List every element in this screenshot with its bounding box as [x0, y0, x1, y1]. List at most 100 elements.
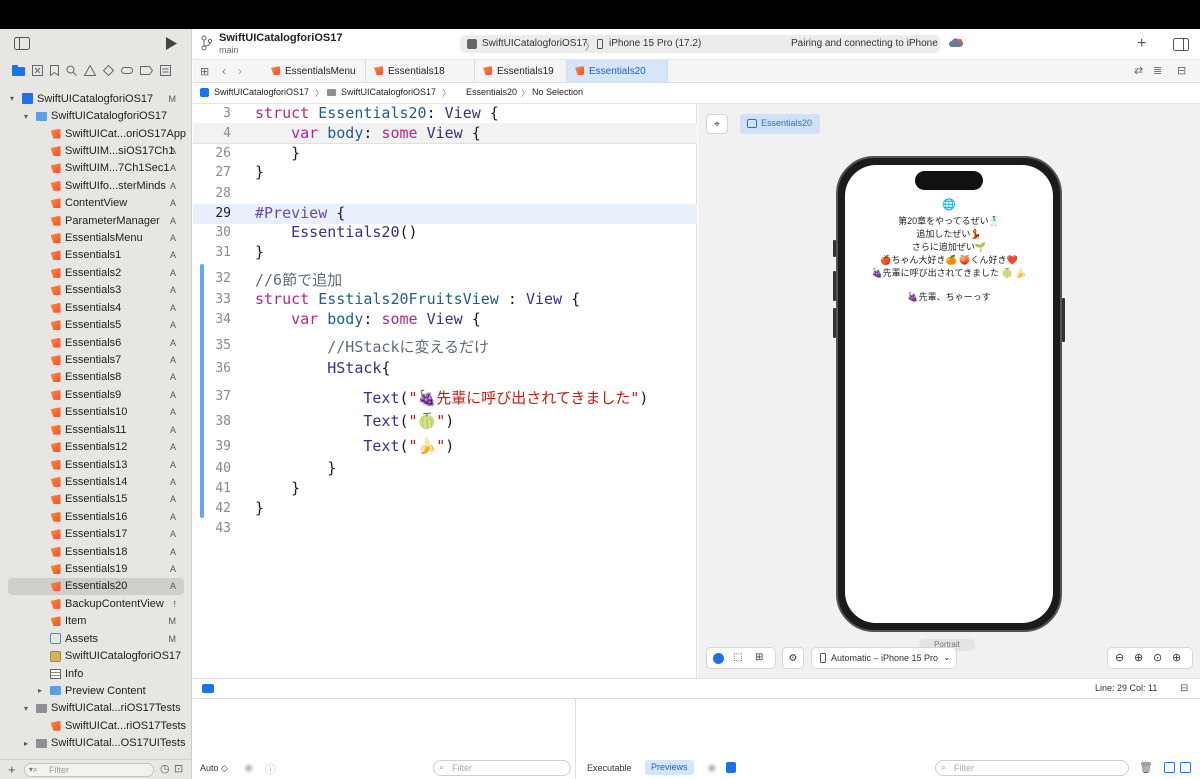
- debug-area-toggle-icon[interactable]: [202, 684, 214, 693]
- add-icon[interactable]: +: [8, 762, 16, 777]
- code-line[interactable]: 29 #Preview {: [193, 204, 697, 224]
- test-navigator-icon[interactable]: [102, 64, 115, 79]
- navigator-item[interactable]: Essentials18 A: [0, 543, 192, 560]
- code-line[interactable]: 41 }: [193, 479, 697, 499]
- console-view-toggle-icon[interactable]: [1180, 762, 1191, 773]
- tab-essentials18[interactable]: Essentials18: [366, 60, 475, 82]
- breadcrumb-file[interactable]: Essentials20: [466, 87, 517, 97]
- eye-icon[interactable]: ◉: [244, 761, 254, 774]
- destination-selector[interactable]: iPhone 15 Pro (17.2): [609, 38, 701, 49]
- navigator-item[interactable]: Essentials17 A: [0, 526, 192, 543]
- navigator-item[interactable]: Essentials3 A: [0, 282, 192, 299]
- editor-options-icon[interactable]: ≣: [1153, 64, 1162, 77]
- navigator-item[interactable]: Item M: [0, 613, 192, 630]
- find-navigator-icon[interactable]: [66, 65, 77, 79]
- disclosure-expanded-icon[interactable]: ▾: [10, 94, 14, 103]
- navigator-item[interactable]: SwiftUICat...riOS17Tests: [0, 717, 192, 734]
- breadcrumb-group[interactable]: SwiftUICatalogforiOS17: [341, 87, 436, 97]
- zoom-to-fit-icon[interactable]: ⊙: [1153, 651, 1162, 664]
- tab-previews[interactable]: Previews: [645, 760, 694, 775]
- info-icon[interactable]: ⓘ: [265, 761, 276, 777]
- navigator-item[interactable]: ▾ SwiftUICatal...riOS17Tests: [0, 700, 192, 717]
- device-menu[interactable]: Automatic – iPhone 15 Pro ⌄: [811, 647, 957, 669]
- code-line[interactable]: 38 Text("🍈"): [193, 412, 697, 432]
- variables-scope-selector[interactable]: Auto ◇: [200, 763, 228, 774]
- tab-executable[interactable]: Executable: [587, 763, 632, 773]
- debug-area-layout-icon[interactable]: ⊟: [1180, 683, 1188, 694]
- bookmark-navigator-icon[interactable]: [50, 65, 59, 79]
- preview-selector-chip[interactable]: Essentials20: [740, 114, 820, 134]
- navigator-item[interactable]: Info: [0, 665, 192, 682]
- code-line[interactable]: 30 Essentials20(): [193, 223, 697, 243]
- code-line[interactable]: 3 struct Essentials20: View {: [193, 104, 697, 124]
- inspector-toggle-icon[interactable]: [1173, 38, 1189, 54]
- debug-navigator-icon[interactable]: [121, 65, 133, 79]
- forward-chevron-icon[interactable]: ›: [238, 64, 242, 78]
- code-line[interactable]: 40 }: [193, 459, 697, 479]
- navigator-item[interactable]: Assets M: [0, 630, 192, 647]
- code-line[interactable]: 26 }: [193, 144, 697, 164]
- code-line[interactable]: 42}: [193, 499, 697, 519]
- zoom-100-icon[interactable]: ⊕: [1172, 651, 1181, 664]
- navigator-item[interactable]: ParameterManager A: [0, 212, 192, 229]
- navigator-item[interactable]: Essentials8 A: [0, 369, 192, 386]
- navigator-item[interactable]: Essentials16 A: [0, 508, 192, 525]
- code-line[interactable]: 31}: [193, 243, 697, 263]
- navigator-item[interactable]: ContentView A: [0, 195, 192, 212]
- navigator-item[interactable]: Essentials5 A: [0, 316, 192, 333]
- disclosure-expanded-icon[interactable]: ▾: [24, 112, 28, 121]
- modified-files-icon[interactable]: ⊡: [174, 762, 183, 775]
- navigator-filter-field[interactable]: ▾⌕ Filter: [24, 763, 154, 777]
- selectable-mode-icon[interactable]: ⬚: [733, 652, 742, 663]
- navigator-item[interactable]: EssentialsMenu A: [0, 229, 192, 246]
- breadcrumb-project[interactable]: SwiftUICatalogforiOS17: [214, 87, 309, 97]
- navigator-item[interactable]: Essentials15 A: [0, 491, 192, 508]
- code-line[interactable]: 34 var body: some View {: [193, 310, 697, 330]
- breadcrumb-selection[interactable]: No Selection: [532, 87, 583, 97]
- navigator-item[interactable]: ▸ SwiftUICatal...OS17UITests: [0, 735, 192, 752]
- source-control-navigator-icon[interactable]: [32, 65, 43, 79]
- project-title[interactable]: SwiftUICatalogforiOS17: [219, 32, 342, 44]
- navigator-item[interactable]: Essentials10 A: [0, 404, 192, 421]
- code-line[interactable]: 4 var body: some View {: [193, 124, 697, 144]
- tab-essentials19[interactable]: Essentials19: [475, 60, 567, 82]
- trash-icon[interactable]: 🗑: [1139, 761, 1153, 774]
- add-editor-icon[interactable]: ⊟: [1177, 64, 1186, 77]
- back-chevron-icon[interactable]: ‹: [222, 64, 226, 78]
- code-line[interactable]: 36 HStack{: [193, 359, 697, 379]
- tab-essentials-menu[interactable]: EssentialsMenu: [263, 60, 366, 82]
- library-add-icon[interactable]: +: [1137, 35, 1146, 53]
- run-button[interactable]: [165, 37, 177, 53]
- console-filter-field[interactable]: ⌕ Filter: [935, 760, 1129, 776]
- navigator-item[interactable]: Essentials4 A: [0, 299, 192, 316]
- recent-files-icon[interactable]: ◷: [160, 762, 170, 775]
- code-line[interactable]: 35 //HStackに変えるだけ: [193, 336, 697, 356]
- source-editor[interactable]: 3 struct Essentials20: View {4 var body: …: [193, 104, 697, 678]
- navigator-item[interactable]: SwiftUIM...7Ch1Sec1 A: [0, 160, 192, 177]
- related-items-icon[interactable]: ⊞: [200, 65, 209, 78]
- variables-view-toggle-icon[interactable]: [1164, 762, 1175, 773]
- scheme-selector[interactable]: SwiftUICatalogforiOS17: [482, 38, 588, 49]
- disclosure-collapsed-icon[interactable]: ▸: [38, 686, 42, 695]
- navigator-item[interactable]: ▾ SwiftUICatalogforiOS17: [0, 107, 192, 124]
- issue-navigator-icon[interactable]: [83, 64, 97, 79]
- navigator-item[interactable]: Essentials12 A: [0, 438, 192, 455]
- variants-icon[interactable]: ⊞: [755, 652, 763, 663]
- navigator-item[interactable]: Essentials6 A: [0, 334, 192, 351]
- navigator-item[interactable]: Essentials11 A: [0, 421, 192, 438]
- code-line[interactable]: 43: [193, 519, 697, 539]
- preview-settings-icon[interactable]: [726, 762, 736, 773]
- code-line[interactable]: 39 Text("🍌"): [193, 437, 697, 457]
- navigator-item[interactable]: Essentials20 A: [8, 577, 184, 596]
- navigator-item[interactable]: Essentials14 A: [0, 473, 192, 490]
- navigator-item[interactable]: Essentials1 A: [0, 247, 192, 264]
- disclosure-collapsed-icon[interactable]: ▸: [24, 739, 28, 748]
- navigator-item[interactable]: ▾ SwiftUICatalogforiOS17 M: [0, 90, 192, 107]
- navigator-item[interactable]: SwiftUICat...oriOS17App: [0, 125, 192, 142]
- split-editor-swap-icon[interactable]: ⇄: [1134, 64, 1143, 77]
- zoom-in-icon[interactable]: ⊕: [1134, 651, 1143, 664]
- device-settings-icon[interactable]: ⚙: [782, 647, 804, 669]
- navigator-item[interactable]: Essentials7 A: [0, 351, 192, 368]
- navigator-item[interactable]: SwiftUICatalogforiOS17: [0, 647, 192, 664]
- tab-essentials20[interactable]: Essentials20: [567, 60, 668, 82]
